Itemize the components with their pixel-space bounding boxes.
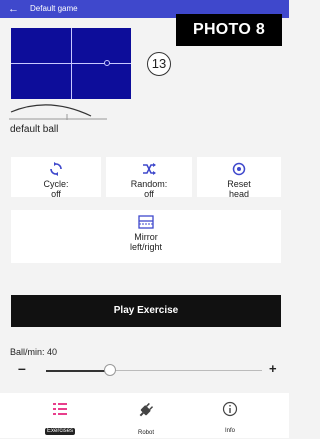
reset-head-button[interactable]: Reset head [197, 157, 281, 199]
decrease-speed-button[interactable]: – [18, 360, 26, 376]
bottom-navigation: Exercises Robot Info [0, 393, 289, 438]
mirror-label: Mirror [134, 232, 158, 242]
shuffle-icon [143, 163, 156, 175]
table-net-line [71, 28, 72, 99]
reset-label: Reset [227, 179, 251, 189]
reset-value: head [228, 189, 250, 199]
random-value: off [144, 189, 154, 199]
list-icon [53, 403, 67, 415]
mirror-button[interactable]: Mirror left/right [11, 210, 281, 263]
increase-speed-button[interactable]: + [269, 361, 277, 376]
slider-track-filled[interactable] [46, 370, 110, 372]
random-label: Random: [130, 179, 168, 189]
mirror-icon [138, 215, 154, 229]
cycle-button[interactable]: Cycle: off [11, 157, 101, 199]
play-exercise-button[interactable]: Play Exercise [11, 295, 281, 327]
app-title: Default game [30, 4, 78, 13]
ball-per-minute-label: Ball/min: 40 [10, 347, 58, 357]
ball-count-badge: 13 [147, 52, 171, 76]
ball-label: default ball [10, 124, 59, 135]
nav-info[interactable]: Info [200, 393, 260, 438]
cycle-label: Cycle: [43, 179, 69, 189]
plug-icon [139, 402, 154, 417]
ball-target-point [104, 60, 110, 66]
table-preview[interactable] [11, 28, 131, 99]
trajectory-arc-icon [9, 104, 107, 120]
nav-robot-label: Robot [137, 430, 154, 436]
photo-label: PHOTO 8 [176, 14, 282, 46]
nav-exercises[interactable]: Exercises [30, 393, 90, 438]
nav-info-label: Info [224, 428, 235, 434]
cycle-value: off [51, 189, 61, 199]
slider-track-empty[interactable] [110, 370, 262, 371]
speed-slider-thumb[interactable] [104, 364, 116, 376]
mirror-value: left/right [129, 242, 162, 252]
nav-robot[interactable]: Robot [116, 393, 176, 438]
cycle-icon [50, 162, 62, 176]
arrow-left-icon[interactable]: ← [8, 2, 19, 16]
target-icon [232, 162, 246, 176]
random-button[interactable]: Random: off [106, 157, 192, 199]
nav-exercises-label: Exercises [44, 428, 75, 435]
info-icon [222, 401, 238, 417]
